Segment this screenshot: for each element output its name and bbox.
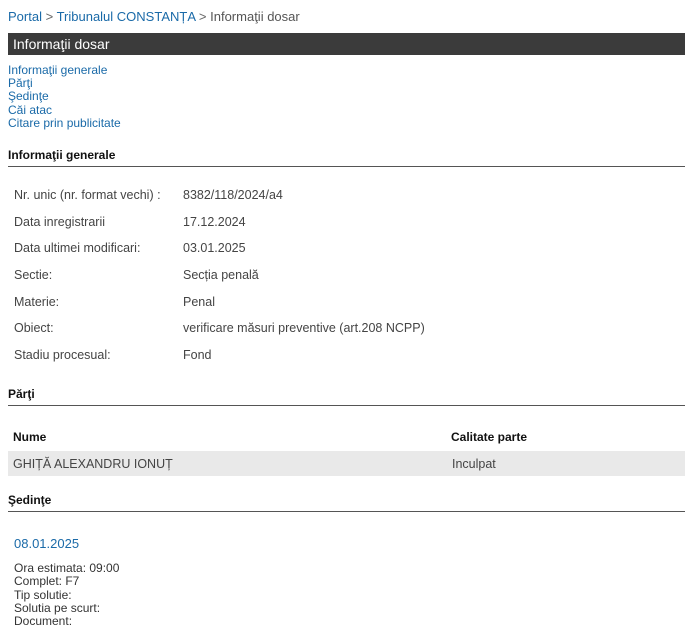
hearing-panel: Complet: F7 bbox=[14, 574, 80, 589]
hearing-details: Ora estimata: 09:00 Complet: F7 Tip solu… bbox=[14, 561, 120, 629]
info-label: Nr. unic (nr. format vechi) : bbox=[14, 188, 161, 202]
info-value: Secția penală bbox=[183, 268, 259, 283]
breadcrumb-court-link[interactable]: Tribunalul CONSTANȚA bbox=[57, 9, 196, 24]
info-value: Penal bbox=[183, 294, 215, 309]
info-value: 03.01.2025 bbox=[183, 241, 246, 256]
party-name: GHIȚĂ ALEXANDRU IONUȚ bbox=[13, 457, 173, 471]
section-heading-parti: Părţi bbox=[8, 387, 685, 406]
anchor-citare-prin-publicitate[interactable]: Citare prin publicitate bbox=[8, 116, 121, 130]
anchor-cai-atac[interactable]: Căi atac bbox=[8, 103, 121, 117]
info-label: Data inregistrarii bbox=[14, 214, 106, 229]
table-row: GHIȚĂ ALEXANDRU IONUȚ Inculpat bbox=[8, 451, 685, 476]
breadcrumb-portal-link[interactable]: Portal bbox=[8, 9, 42, 24]
hearing-solution-summary: Solutia pe scurt: bbox=[14, 600, 101, 615]
breadcrumb-separator: > bbox=[198, 9, 207, 24]
breadcrumb: Portal > Tribunalul CONSTANȚA > Informaţ… bbox=[8, 9, 300, 25]
info-label: Obiect: bbox=[14, 321, 54, 336]
page: Portal > Tribunalul CONSTANȚA > Informaţ… bbox=[0, 0, 700, 639]
breadcrumb-separator: > bbox=[45, 9, 54, 24]
info-label: Data ultimei modificari: bbox=[14, 241, 141, 256]
party-role: Inculpat bbox=[452, 457, 496, 471]
section-heading-sedinte: Şedinţe bbox=[8, 493, 685, 512]
info-value: 17.12.2024 bbox=[183, 214, 246, 229]
info-label: Stadiu procesual: bbox=[14, 348, 111, 363]
hearing-solution-type: Tip solutie: bbox=[14, 587, 72, 602]
page-title: Informaţii dosar bbox=[8, 33, 685, 55]
breadcrumb-current: Informaţii dosar bbox=[210, 9, 300, 24]
info-value: verificare măsuri preventive (art.208 NC… bbox=[183, 321, 425, 336]
section-heading-informatii-generale: Informaţii generale bbox=[8, 148, 685, 167]
hearing-estimated-time: Ora estimata: 09:00 bbox=[14, 561, 120, 575]
anchor-sedinte[interactable]: Şedinţe bbox=[8, 90, 121, 103]
column-header-calitate-parte: Calitate parte bbox=[451, 430, 528, 444]
parti-table-header: Nume Calitate parte bbox=[8, 426, 685, 448]
hearing-date-link[interactable]: 08.01.2025 bbox=[14, 536, 79, 551]
section-anchor-list: Informaţii generale Părţi Şedinţe Căi at… bbox=[8, 63, 121, 130]
info-label: Materie: bbox=[14, 294, 60, 309]
info-label: Sectie: bbox=[14, 268, 53, 283]
column-header-nume: Nume bbox=[13, 430, 47, 444]
info-value: 8382/118/2024/a4 bbox=[183, 188, 283, 202]
info-value: Fond bbox=[183, 348, 212, 363]
hearing-document: Document: bbox=[14, 614, 73, 629]
